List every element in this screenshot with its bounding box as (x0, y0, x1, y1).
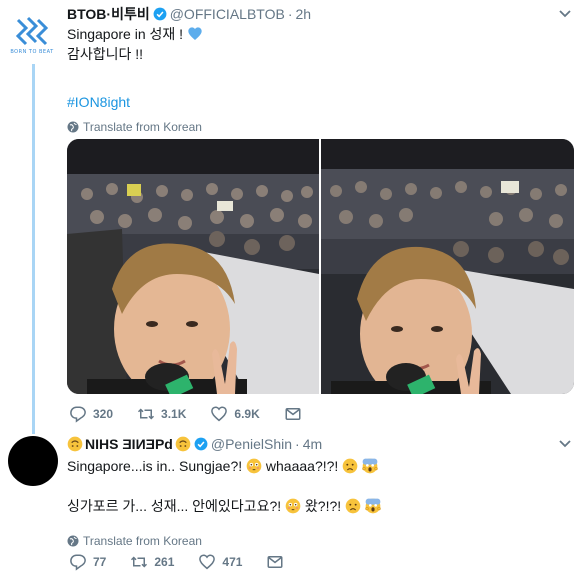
tweet-text-line2: 싱가포르 가... 성재... 안에있다고요?! 왔?!?! (67, 496, 577, 516)
tweet-actions: 320 3.1K 6.9K (69, 404, 326, 424)
reply-button[interactable]: 320 (69, 405, 113, 423)
reply-icon (70, 406, 86, 423)
translate-label: Translate from Korean (83, 534, 202, 548)
tweet-peniel[interactable]: NIHS ƎIИƎPd @PenielShin · 4m Singapore..… (67, 434, 577, 571)
verified-badge-icon (153, 7, 167, 21)
photo-right-image (321, 139, 574, 394)
flushed-face-icon (246, 458, 262, 474)
retweet-count: 3.1K (161, 407, 187, 421)
photo-left-image (67, 139, 319, 394)
screaming-face-icon (365, 498, 381, 514)
retweet-button[interactable]: 3.1K (137, 405, 186, 423)
mail-icon (267, 556, 283, 568)
heart-icon (211, 406, 228, 422)
tweet-text: 싱가포르 가... 성재... 안에있다고요?! (67, 498, 282, 514)
blue-heart-icon (188, 27, 202, 40)
selfie-photo-right[interactable] (321, 139, 574, 394)
btob-logo-icon (15, 16, 49, 45)
like-count: 471 (222, 555, 243, 569)
tweet-text-tail: 왔?!?! (304, 498, 342, 514)
flushed-face-icon (285, 498, 301, 514)
display-name[interactable]: BTOB·비투비 (67, 4, 150, 24)
tweet-text: Singapore...is in.. Sungjae?! (67, 458, 243, 474)
btob-avatar[interactable]: BORN TO BEAT (6, 8, 58, 60)
separator-dot: · (287, 6, 293, 22)
verified-badge-icon (194, 437, 208, 451)
retweet-count: 261 (154, 555, 175, 569)
like-button[interactable]: 6.9K (210, 405, 260, 423)
dm-button[interactable] (266, 553, 284, 571)
heart-icon (199, 554, 216, 570)
retweet-icon (138, 408, 155, 420)
timestamp[interactable]: 2h (295, 6, 311, 22)
thread-line (32, 64, 35, 434)
tweet-media[interactable] (67, 139, 574, 394)
worried-face-icon (345, 498, 361, 514)
tweet-text-line2: 감사합니다 !! (67, 46, 144, 62)
timestamp[interactable]: 4m (303, 436, 322, 452)
tweet-header: NIHS ƎIИƎPd @PenielShin · 4m (67, 434, 577, 454)
selfie-photo-left[interactable] (67, 139, 319, 394)
mail-icon (285, 408, 301, 420)
tweet-text-tail: whaaaa?!?! (265, 458, 339, 474)
retweet-button[interactable]: 261 (130, 553, 174, 571)
reply-count: 77 (93, 555, 107, 569)
like-count: 6.9K (234, 407, 260, 421)
globe-icon (67, 535, 79, 547)
globe-icon (67, 121, 79, 133)
worried-face-icon (342, 458, 358, 474)
upside-down-face-icon (175, 436, 191, 452)
chevron-down-icon[interactable] (559, 440, 571, 448)
translate-label: Translate from Korean (83, 120, 202, 134)
tweet-header: BTOB·비투비 @OFFICIALBTOB · 2h (67, 4, 577, 24)
tweet-official-btob[interactable]: BTOB·비투비 @OFFICIALBTOB · 2h Singapore in… (67, 4, 577, 423)
peniel-avatar[interactable] (8, 436, 58, 486)
like-button[interactable]: 471 (198, 553, 242, 571)
upside-down-face-icon (67, 436, 83, 452)
screaming-face-icon (362, 458, 378, 474)
reply-button[interactable]: 77 (69, 553, 106, 571)
retweet-icon (131, 556, 148, 568)
dm-button[interactable] (284, 405, 302, 423)
display-name[interactable]: NIHS ƎIИƎPd (85, 436, 173, 452)
translate-link[interactable]: Translate from Korean (67, 118, 577, 136)
tweet-actions: 77 261 471 (69, 552, 308, 572)
separator-dot: · (295, 436, 300, 452)
chevron-down-icon[interactable] (559, 10, 571, 18)
avatar-subtext: BORN TO BEAT (10, 48, 54, 55)
hashtag-link[interactable]: #ION8ight (67, 92, 577, 112)
reply-icon (70, 554, 86, 571)
tweet-text: Singapore in 성재 ! (67, 26, 184, 42)
tweet-text-line1: Singapore...is in.. Sungjae?! whaaaa?!?! (67, 456, 577, 476)
reply-count: 320 (93, 407, 114, 421)
tweet-text-line1: Singapore in 성재 ! (67, 24, 577, 44)
translate-link[interactable]: Translate from Korean (67, 532, 577, 550)
user-handle[interactable]: @OFFICIALBTOB (170, 6, 285, 22)
user-handle[interactable]: @PenielShin (211, 436, 292, 452)
